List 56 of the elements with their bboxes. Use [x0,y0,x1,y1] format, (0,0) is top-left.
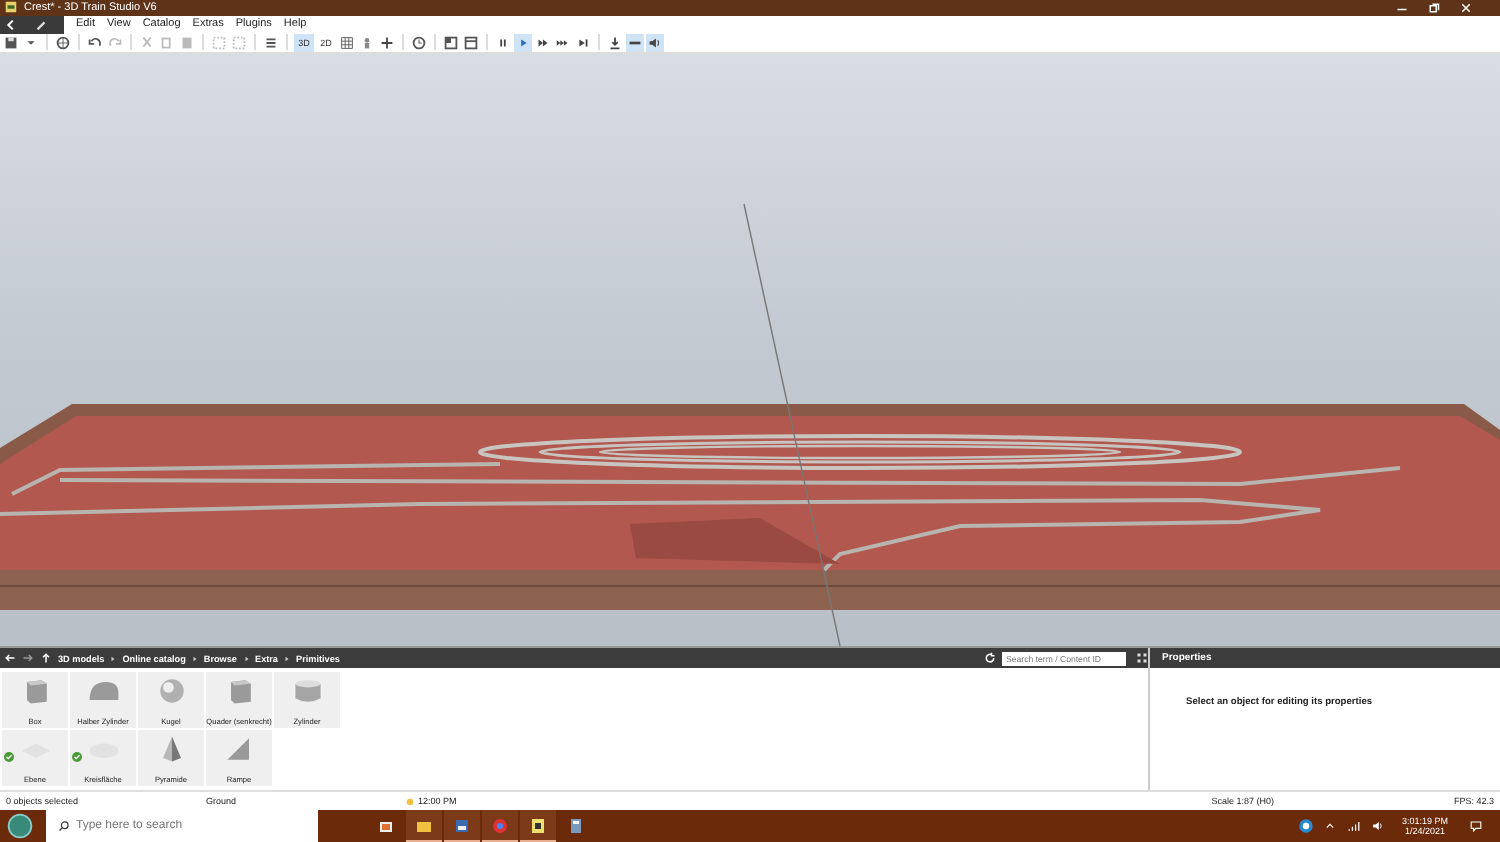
app-icon [4,0,18,15]
panel-button[interactable] [462,33,480,52]
up-arrow-icon[interactable] [40,652,52,664]
forward-arrow-icon[interactable] [22,652,34,664]
close-icon[interactable] [1460,1,1472,14]
plus-button[interactable] [378,33,396,52]
cylinder-icon [289,676,325,706]
cut-icon [138,33,156,52]
sun-icon [406,797,414,805]
group-icon [210,33,228,52]
sound-icon [646,33,664,52]
taskbar-app-button[interactable] [444,810,480,842]
pause-button[interactable] [494,33,512,52]
help-icon[interactable] [1297,818,1314,834]
copy-icon [158,33,176,52]
list-icon [262,33,280,52]
back-arrow-icon[interactable] [4,652,16,664]
chevron-up-icon[interactable] [1321,818,1338,834]
redo-icon [106,33,124,52]
ungroup-icon [230,33,248,52]
search-icon [58,820,70,832]
download-button[interactable] [606,33,624,52]
globe-icon [54,33,72,52]
skip-button[interactable] [574,33,592,52]
window-button[interactable] [442,33,460,52]
halfcyl-icon [85,676,121,706]
skip-icon [574,33,592,52]
network-icon[interactable] [1345,818,1362,834]
store-icon [376,816,396,836]
notification-icon[interactable] [1468,818,1484,834]
3d-viewport[interactable] [0,54,1500,646]
undo-button[interactable] [86,33,104,52]
clock-button[interactable] [410,33,428,52]
pencil-icon[interactable] [34,17,48,32]
grid-button[interactable] [338,33,356,52]
globe-button[interactable] [54,33,72,52]
list-button[interactable] [262,33,280,52]
grid-icon [338,33,356,52]
taskbar-app-button[interactable] [520,810,556,842]
save-button[interactable] [2,33,20,52]
taskbar-app-button[interactable] [406,810,442,842]
refresh-icon[interactable] [984,652,996,664]
start-orb-icon[interactable] [6,812,34,840]
undo-icon [86,33,104,52]
grid-view-icon[interactable] [1136,652,1148,664]
paste-icon [178,33,196,52]
clock-icon [410,33,428,52]
restore-icon[interactable] [1428,1,1440,14]
taskbar-app-button[interactable] [482,810,518,842]
speaker-icon[interactable] [1369,818,1386,834]
download-icon [606,33,624,52]
calculator-icon [566,816,586,836]
window-icon [442,33,460,52]
pause-icon [494,33,512,52]
panel-icon [462,33,480,52]
plus-icon [378,33,396,52]
